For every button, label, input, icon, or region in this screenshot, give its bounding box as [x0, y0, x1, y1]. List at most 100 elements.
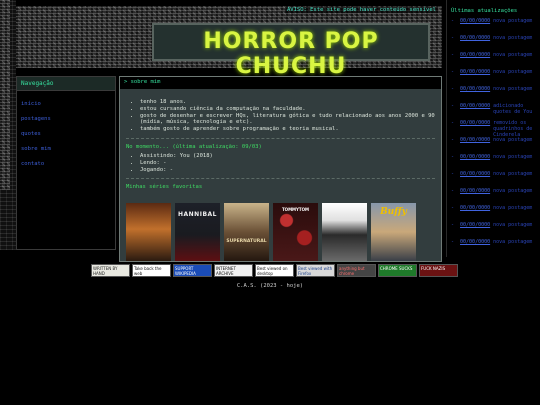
- site-logo-text: HORROR POP CHUCHU: [203, 29, 379, 79]
- update-item: -00/00/0000 nova postagem: [451, 188, 537, 205]
- update-text: nova postagem: [493, 188, 533, 194]
- update-date-link[interactable]: 00/00/0000: [460, 154, 490, 160]
- badge-88x31[interactable]: FUCK NAZIS: [419, 264, 458, 277]
- badge-88x31[interactable]: Take back the web: [132, 264, 171, 277]
- bullet-dash: -: [451, 239, 455, 245]
- update-item: -00/00/0000 nova postagem: [451, 69, 537, 86]
- about-item: tenho 18 anos.: [140, 99, 441, 106]
- update-date-link[interactable]: 00/00/0000: [460, 137, 490, 143]
- bullet-dash: -: [451, 103, 455, 109]
- update-item: -00/00/0000 nova postagem: [451, 154, 537, 171]
- about-item: estou cursando ciência da computação na …: [140, 106, 441, 113]
- poster-label: TOMMYTOM: [281, 207, 310, 212]
- nav-item-sobre-mim[interactable]: sobre mim: [21, 142, 111, 157]
- series-poster[interactable]: SUPERNATURAL: [224, 203, 269, 261]
- poster-label: HANNIBAL: [178, 211, 217, 218]
- update-text: nova postagem: [493, 154, 533, 160]
- main-content: > sobre mim tenho 18 anos. estou cursand…: [119, 76, 442, 262]
- badge-buttons: WRITTEN BY HAND Take back the web SUPPORT …: [91, 264, 458, 277]
- divider: [126, 137, 435, 139]
- series-section-title: Minhas séries favoritas: [126, 184, 203, 191]
- badge-88x31[interactable]: Best viewed with Firefox: [296, 264, 335, 277]
- poster-label: SUPERNATURAL: [226, 239, 267, 244]
- bullet-dash: -: [451, 18, 455, 24]
- update-item: -00/00/0000 nova postagem: [451, 18, 537, 35]
- update-date-link[interactable]: 00/00/0000: [460, 205, 490, 211]
- update-date-link[interactable]: 00/00/0000: [460, 18, 490, 24]
- update-date-link[interactable]: 00/00/0000: [460, 171, 490, 177]
- nav-item-contato[interactable]: contato: [21, 157, 111, 172]
- updates-list: -00/00/0000 nova postagem -00/00/0000 nova …: [447, 18, 540, 256]
- bullet-dash: -: [451, 171, 455, 177]
- site-logo[interactable]: HORROR POP CHUCHU: [152, 23, 430, 79]
- navigation-title: Navegação: [17, 77, 115, 91]
- now-item: Assistindo: You (2018): [140, 153, 441, 160]
- bullet-dash: -: [451, 188, 455, 194]
- update-item: -00/00/0000 nova postagem: [451, 171, 537, 188]
- badge-88x31[interactable]: WRITTEN BY HAND: [91, 264, 130, 277]
- update-date-link[interactable]: 00/00/0000: [460, 120, 490, 126]
- update-date-link[interactable]: 00/00/0000: [460, 69, 490, 75]
- now-item: Jogando: -: [140, 167, 441, 174]
- update-item: -00/00/0000 nova postagem: [451, 35, 537, 52]
- update-item: -00/00/0000 nova postagem: [451, 137, 537, 154]
- badge-88x31[interactable]: SUPPORT WIKIPEDIA: [173, 264, 212, 277]
- series-poster[interactable]: Buffy: [371, 203, 416, 261]
- bullet-dash: -: [451, 137, 455, 143]
- update-date-link[interactable]: 00/00/0000: [460, 86, 490, 92]
- update-date-link[interactable]: 00/00/0000: [460, 52, 490, 58]
- bullet-dash: -: [451, 120, 455, 126]
- divider: [126, 178, 435, 180]
- update-date-link[interactable]: 00/00/0000: [460, 188, 490, 194]
- nav-item-quotes[interactable]: quotes: [21, 127, 111, 142]
- header-banner: AVISO: Este site pode haver conteúdo sen…: [16, 6, 442, 79]
- about-list: tenho 18 anos. estou cursando ciência da…: [120, 99, 441, 133]
- badge-88x31[interactable]: Best viewed on desktop: [255, 264, 294, 277]
- nav-item-inicio[interactable]: início: [21, 97, 111, 112]
- badge-88x31[interactable]: INTERNET ARCHIVE: [214, 264, 253, 277]
- about-item: gosto de desenhar e escrever HQs, litera…: [140, 113, 441, 127]
- bullet-dash: -: [451, 222, 455, 228]
- now-section-title: No momento... (última atualização: 09/03…: [126, 143, 262, 150]
- update-date-link[interactable]: 00/00/0000: [460, 222, 490, 228]
- now-item: Lendo: -: [140, 160, 441, 167]
- update-date-link[interactable]: 00/00/0000: [460, 35, 490, 41]
- content-warning: AVISO: Este site pode haver conteúdo sen…: [284, 7, 438, 13]
- bullet-dash: -: [451, 69, 455, 75]
- update-text: nova postagem: [493, 137, 533, 143]
- update-text: nova postagem: [493, 222, 533, 228]
- update-item: -00/00/0000 nova postagem: [451, 222, 537, 239]
- update-item: -00/00/0000 removido os quadrinhos de Cin…: [451, 120, 537, 137]
- update-text: adicionado quotes de You: [493, 103, 533, 115]
- update-item: -00/00/0000 adicionado quotes de You: [451, 103, 537, 120]
- series-poster[interactable]: [322, 203, 367, 261]
- update-date-link[interactable]: 00/00/0000: [460, 103, 490, 109]
- update-item: -00/00/0000 nova postagem: [451, 52, 537, 69]
- updates-title: Últimas atualizações: [451, 8, 518, 14]
- about-item: também gosto de aprender sobre programaç…: [140, 126, 441, 133]
- bullet-dash: -: [451, 154, 455, 160]
- bullet-dash: -: [451, 52, 455, 58]
- badge-88x31[interactable]: anything but chrome: [337, 264, 376, 277]
- update-text: nova postagem: [493, 69, 533, 75]
- update-text: nova postagem: [493, 35, 533, 41]
- about-section-title: > sobre mim: [120, 77, 441, 89]
- bullet-dash: -: [451, 205, 455, 211]
- navigation-panel: Navegação início postagens quotes sobre …: [16, 76, 116, 250]
- poster-label: Buffy: [380, 207, 407, 217]
- series-poster[interactable]: [126, 203, 171, 261]
- nav-item-postagens[interactable]: postagens: [21, 112, 111, 127]
- series-poster[interactable]: HANNIBAL: [175, 203, 220, 261]
- update-text: nova postagem: [493, 171, 533, 177]
- now-list: Assistindo: You (2018) Lendo: - Jogando:…: [120, 153, 441, 173]
- bullet-dash: -: [451, 35, 455, 41]
- update-date-link[interactable]: 00/00/0000: [460, 239, 490, 245]
- badge-88x31[interactable]: CHROME SUCKS: [378, 264, 417, 277]
- series-poster[interactable]: TOMMYTOM: [273, 203, 318, 261]
- update-text: nova postagem: [493, 18, 533, 24]
- update-item: -00/00/0000 nova postagem: [451, 205, 537, 222]
- update-text: nova postagem: [493, 52, 533, 58]
- update-text: nova postagem: [493, 86, 533, 92]
- update-text: nova postagem: [493, 205, 533, 211]
- update-text: removido os quadrinhos de Cinderela: [493, 120, 533, 137]
